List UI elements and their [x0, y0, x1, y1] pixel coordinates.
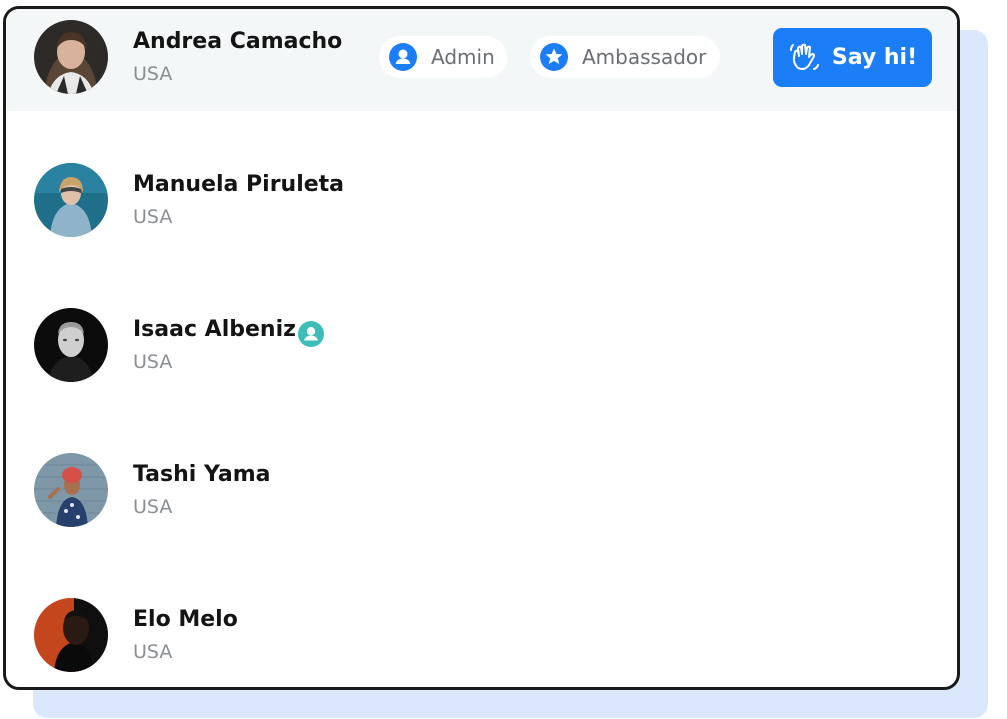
member-country: USA [133, 63, 173, 85]
member-row[interactable]: Manuela Piruleta USA [6, 136, 957, 240]
badge-label: Admin [431, 45, 495, 69]
member-name: Andrea Camacho [133, 29, 343, 54]
stage: Andrea Camacho USA Admin Ambassador Say … [0, 0, 1007, 719]
avatar[interactable] [34, 598, 108, 672]
avatar[interactable] [34, 308, 108, 382]
badge-label: Ambassador [582, 45, 707, 69]
badge-ambassador: Ambassador [530, 36, 720, 78]
member-country: USA [133, 641, 173, 663]
member-name: Elo Melo [133, 607, 238, 632]
member-name: Isaac Albeniz [133, 317, 296, 342]
member-row[interactable]: Andrea Camacho USA Admin Ambassador Say … [6, 9, 957, 111]
waving-hand-icon [789, 43, 819, 70]
member-country: USA [133, 496, 173, 518]
avatar[interactable] [34, 20, 108, 94]
user-circle-icon [298, 321, 324, 347]
member-country: USA [133, 351, 173, 373]
avatar[interactable] [34, 163, 108, 237]
member-row[interactable]: Tashi Yama USA [6, 426, 957, 530]
member-name: Manuela Piruleta [133, 172, 345, 197]
say-hi-label: Say hi! [831, 45, 918, 70]
user-circle-icon [389, 43, 417, 71]
badge-admin: Admin [379, 36, 507, 78]
star-circle-icon [540, 43, 568, 71]
avatar[interactable] [34, 453, 108, 527]
say-hi-button[interactable]: Say hi! [773, 28, 932, 87]
member-name: Tashi Yama [133, 462, 271, 487]
member-row[interactable]: Isaac Albeniz USA [6, 281, 957, 385]
member-list-card: Andrea Camacho USA Admin Ambassador Say … [3, 6, 960, 690]
member-row[interactable]: Elo Melo USA [6, 571, 957, 675]
member-country: USA [133, 206, 173, 228]
